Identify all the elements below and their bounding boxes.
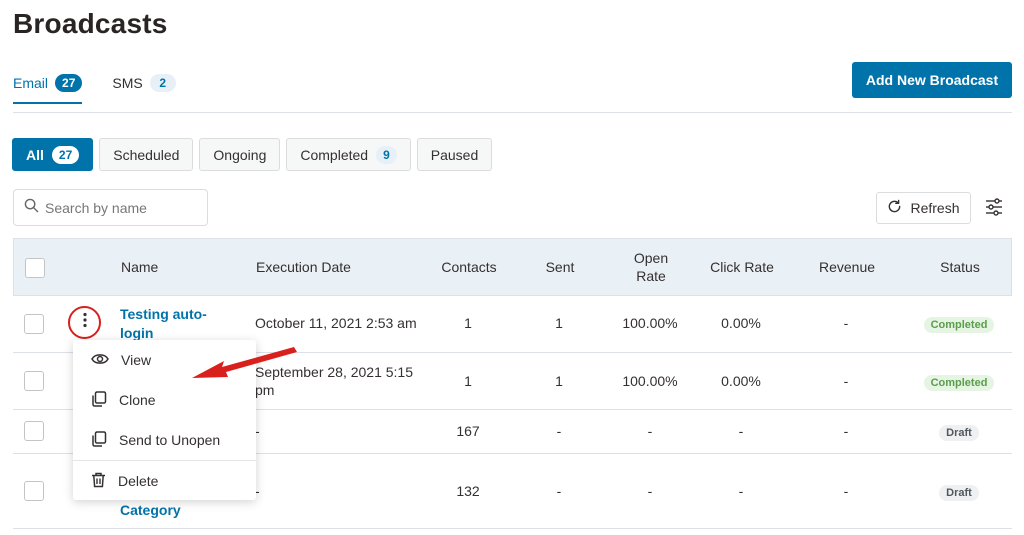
copy-icon [91,430,107,450]
menu-item-label: Delete [118,473,159,489]
search-icon [24,198,39,218]
tab-sms-count: 2 [149,74,176,92]
column-name: Name [121,259,159,275]
row-contacts: 1 [464,373,472,389]
select-all-checkbox[interactable] [25,258,45,278]
column-open-rate: Open Rate [633,250,669,284]
row-sent: 1 [555,373,563,389]
refresh-button[interactable]: Refresh [876,192,971,224]
tabs-divider [13,112,1012,113]
filter-completed[interactable]: Completed 9 [286,138,411,171]
filter-scheduled[interactable]: Scheduled [99,138,194,171]
row-contacts: 132 [456,483,480,499]
row-execution-date: - [255,423,260,439]
tab-email[interactable]: Email 27 [13,74,83,104]
menu-item-send-to-unopen[interactable]: Send to Unopen [73,420,256,460]
refresh-icon [887,199,902,217]
eye-icon [91,352,109,369]
search-input[interactable] [45,199,195,216]
column-revenue: Revenue [818,259,876,275]
menu-item-clone[interactable]: Clone [73,380,256,420]
column-status: Status [940,259,980,275]
menu-item-delete[interactable]: Delete [73,461,256,501]
filter-all[interactable]: All 27 [12,138,94,171]
channel-tabs: Email 27 SMS 2 [13,74,176,104]
row-contacts: 167 [456,423,480,439]
menu-item-view[interactable]: View [73,340,256,380]
row-click-rate: - [738,423,744,439]
column-sent: Sent [545,259,575,275]
filter-paused[interactable]: Paused [416,138,493,171]
menu-item-label: Send to Unopen [119,432,221,448]
row-actions-button[interactable] [68,306,101,339]
row-click-rate: - [738,483,744,499]
column-execution-date: Execution Date [256,259,351,275]
menu-item-label: View [121,352,152,368]
status-badge: Completed [923,317,995,333]
status-badge: Completed [923,375,995,391]
filter-completed-label: Completed [300,146,369,163]
row-contacts: 1 [464,315,472,331]
tab-sms[interactable]: SMS 2 [112,74,176,104]
search-box [13,189,208,226]
row-sent: - [556,483,562,499]
row-sent: - [556,423,562,439]
tab-email-label: Email [13,75,49,91]
column-settings-icon[interactable] [982,195,1006,219]
filter-ongoing[interactable]: Ongoing [199,138,281,171]
row-actions-menu: View Clone Send to Unopen Delete [73,340,256,500]
row-open-rate: 100.00% [622,315,678,331]
status-badge: Draft [939,425,979,441]
menu-item-label: Clone [119,392,156,408]
row-checkbox[interactable] [24,314,44,334]
row-revenue: - [843,315,849,331]
status-badge: Draft [939,485,979,501]
row-sent: 1 [555,315,563,331]
row-open-rate: 100.00% [622,373,678,389]
tab-email-count: 27 [55,74,83,92]
row-click-rate: 0.00% [721,315,761,331]
filter-completed-count: 9 [376,145,397,164]
filter-all-count: 27 [51,145,80,164]
status-filters: All 27 Scheduled Ongoing Completed 9 Pau… [12,138,493,171]
column-click-rate: Click Rate [710,259,774,275]
row-checkbox[interactable] [24,371,44,391]
row-revenue: - [843,373,849,389]
page-title: Broadcasts [13,8,168,39]
copy-icon [91,390,107,410]
broadcast-name-link[interactable]: Category [120,501,220,520]
table-header: Name Execution Date Contacts Sent Open R… [13,238,1012,296]
broadcast-name-link[interactable]: Testing auto-login [120,305,220,343]
column-contacts: Contacts [441,259,497,275]
row-execution-date: October 11, 2021 2:53 am [255,315,417,331]
row-revenue: - [843,483,849,499]
row-click-rate: 0.00% [721,373,761,389]
add-new-broadcast-button[interactable]: Add New Broadcast [852,62,1012,98]
row-open-rate: - [647,483,653,499]
row-checkbox[interactable] [24,421,44,441]
row-checkbox[interactable] [24,481,44,501]
filter-all-label: All [26,146,44,163]
tab-sms-label: SMS [112,75,143,91]
row-execution-date: - [255,483,260,499]
kebab-icon [82,312,88,333]
row-revenue: - [843,423,849,439]
row-execution-date: September 28, 2021 5:15 pm [255,364,414,398]
refresh-label: Refresh [910,200,960,216]
row-open-rate: - [647,423,653,439]
trash-icon [91,472,106,491]
